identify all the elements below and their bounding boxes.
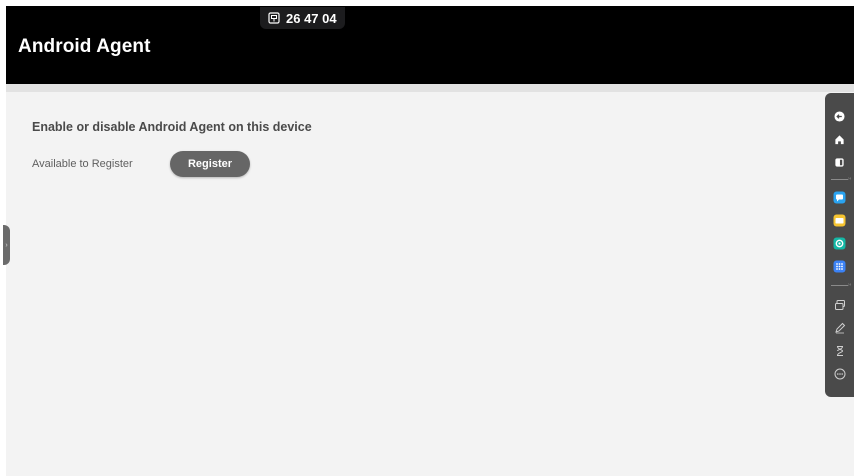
code-badge: 26 47 04 — [260, 7, 345, 29]
back-icon[interactable] — [833, 110, 846, 123]
browser-app-icon[interactable] — [833, 237, 846, 250]
annotate-pen-icon[interactable] — [833, 321, 846, 334]
chevron-right-icon: › — [5, 241, 8, 249]
register-button[interactable]: Register — [170, 151, 250, 177]
section-heading: Enable or disable Android Agent on this … — [32, 120, 312, 134]
cast-code-icon — [268, 12, 280, 24]
home-icon[interactable] — [833, 133, 846, 146]
app-grid-icon[interactable] — [833, 260, 846, 273]
folder-app-icon[interactable] — [833, 214, 846, 227]
separator-mark: ›› — [848, 282, 852, 288]
code-badge-text: 26 47 04 — [286, 10, 337, 26]
side-toolbar: ›› ›› — [825, 93, 854, 397]
app-window: 26 47 04 Android Agent Enable or disable… — [6, 6, 854, 476]
separator-mark: ›› — [848, 176, 852, 182]
page-title: Android Agent — [18, 36, 151, 57]
left-edge-handle[interactable]: › — [3, 225, 10, 265]
timer-hourglass-icon[interactable] — [833, 344, 846, 357]
recent-apps-icon[interactable] — [833, 156, 846, 169]
more-icon[interactable] — [833, 367, 846, 380]
chat-app-icon[interactable] — [833, 191, 846, 204]
toolbar-separator — [831, 285, 848, 286]
registration-status-label: Available to Register — [32, 158, 133, 170]
app-header: 26 47 04 Android Agent — [6, 6, 854, 84]
toolbar-separator — [831, 179, 848, 180]
main-content: Enable or disable Android Agent on this … — [6, 92, 854, 476]
screen-mirror-icon[interactable] — [833, 298, 846, 311]
header-divider — [6, 84, 854, 92]
